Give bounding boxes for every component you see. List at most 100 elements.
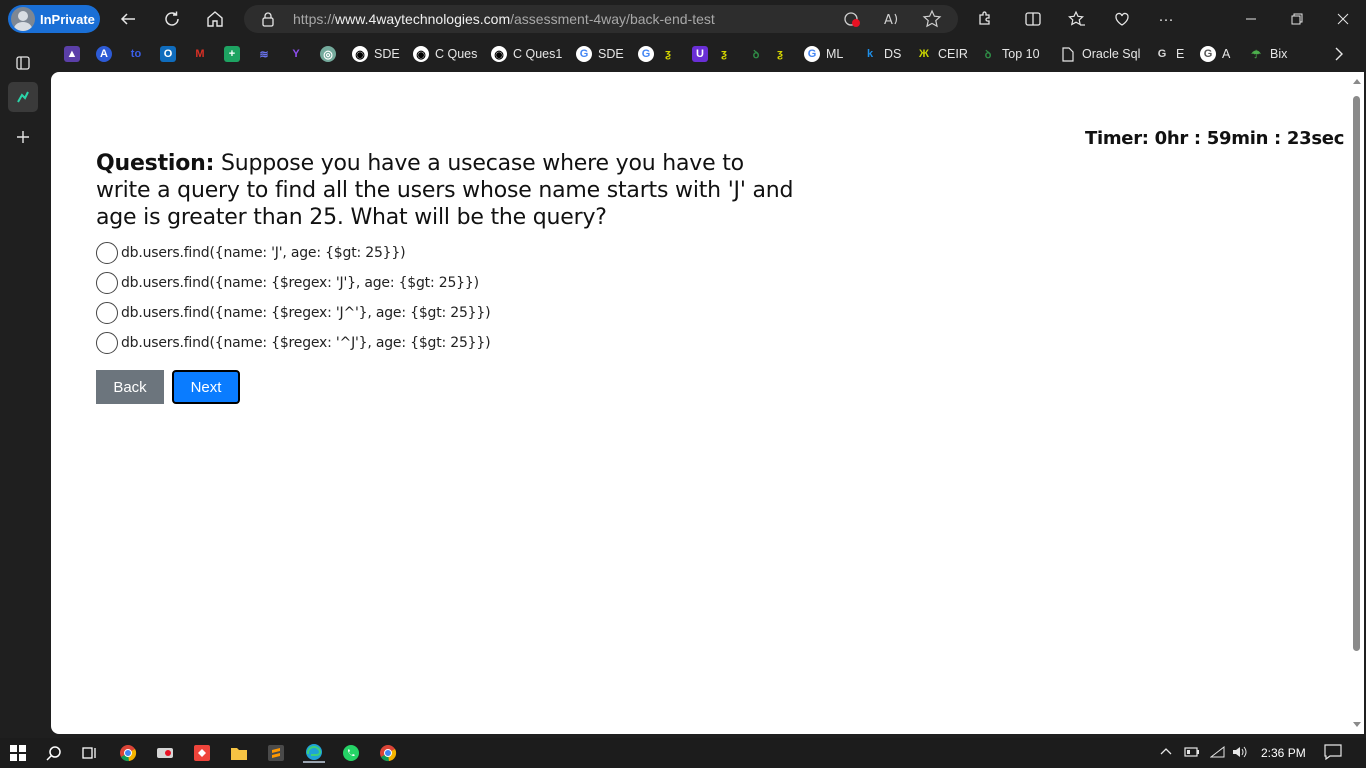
favorite-item-top10[interactable]: ꝺ Top 10 [980,45,1040,63]
whatsapp-icon[interactable] [341,743,361,763]
page-scrollbar[interactable] [1350,72,1364,734]
favorite-item-e[interactable]: GE [1154,45,1185,63]
favorite-item-sde-google[interactable]: G SDE [576,45,624,63]
active-tab-favicon-icon[interactable] [8,82,38,112]
favorite-item-bix[interactable]: ☂ Bix [1248,45,1287,63]
favorite-item-ceir[interactable]: Ж CEIR [916,45,968,63]
favorite-label: E [1176,47,1185,61]
google-icon: G [638,46,654,62]
radio-button[interactable] [96,302,118,324]
favorite-item-flag-2[interactable]: ƺ [716,45,732,63]
restore-icon[interactable] [1286,8,1308,30]
favorite-item-2[interactable]: A [96,45,112,63]
lock-icon[interactable] [261,11,275,32]
favorite-item-6[interactable]: + [224,45,240,63]
radio-button[interactable] [96,242,118,264]
favorite-item-flag-1[interactable]: ƺ [660,45,676,63]
taskbar-clock[interactable]: 2:36 PM [1261,746,1306,760]
address-bar[interactable]: https://www.4waytechnologies.com/assessm… [244,5,958,33]
back-arrow-icon[interactable] [117,8,139,30]
extensions-icon[interactable] [974,8,996,30]
notifications-icon[interactable] [1324,744,1342,763]
favorites-icon[interactable] [1066,8,1088,30]
read-aloud-icon[interactable]: A [882,9,902,29]
windows-start-icon[interactable] [8,743,28,763]
scroll-up-arrow-icon[interactable] [1353,79,1361,84]
favorite-item-google-2[interactable]: G [638,45,654,63]
favorite-item-a[interactable]: GA [1200,45,1230,63]
sublime-text-icon[interactable] [266,743,286,763]
edge-icon[interactable] [303,743,325,763]
chrome-icon[interactable] [118,743,138,763]
tab-actions-icon[interactable] [8,48,38,78]
profile-avatar-icon [11,7,35,31]
volume-icon[interactable] [1232,746,1248,761]
favorite-star-icon[interactable] [922,9,942,29]
favorite-item-u[interactable]: U [692,45,708,63]
favorite-item-sde-github[interactable]: ◉ SDE [352,45,400,63]
favorite-item-4[interactable]: O [160,45,176,63]
favorite-label: Oracle Sql [1082,47,1141,61]
favorite-item-3[interactable]: to [128,45,144,63]
file-explorer-icon[interactable] [229,743,249,763]
favorite-item-flag-3[interactable]: ƺ [772,45,788,63]
radio-button[interactable] [96,332,118,354]
split-screen-icon[interactable] [1022,8,1044,30]
scrollbar-thumb[interactable] [1353,96,1360,651]
url-domain: www.4waytechnologies.com [335,11,511,27]
address-url[interactable]: https://www.4waytechnologies.com/assessm… [293,11,715,27]
back-button[interactable]: Back [96,370,164,404]
favorite-item-ml[interactable]: G ML [804,45,843,63]
chrome-profile-icon[interactable] [378,743,398,763]
favorite-item-gfg-1[interactable]: ꝺ [748,45,764,63]
favorite-item-1[interactable]: ▲ [64,45,80,63]
google-icon: G [804,46,820,62]
answer-option-text: db.users.find({name: {$regex: 'J^'}, age… [121,305,491,321]
favorite-item-ds[interactable]: k DS [862,45,901,63]
tracking-prevention-icon[interactable] [842,9,862,29]
favorite-item-cques1[interactable]: ◉ C Ques1 [491,45,562,63]
inprivate-profile-button[interactable]: InPrivate [8,5,100,33]
answer-option-3[interactable]: db.users.find({name: {$regex: 'J^'}, age… [96,298,491,328]
favorite-item-cques[interactable]: ◉ C Ques [413,45,477,63]
radio-button[interactable] [96,272,118,294]
tray-overflow-chevron-icon[interactable] [1160,746,1172,761]
search-icon[interactable] [44,743,64,763]
favorite-item-oracle[interactable]: Oracle Sql [1060,45,1140,63]
answer-option-text: db.users.find({name: {$regex: '^J'}, age… [121,335,491,351]
answer-option-4[interactable]: db.users.find({name: {$regex: '^J'}, age… [96,328,491,358]
document-icon [1060,46,1076,62]
favorite-label: A [1222,47,1231,61]
remote-app-icon[interactable] [155,743,175,763]
home-icon[interactable] [204,8,226,30]
browser-essentials-icon[interactable] [1111,8,1133,30]
favorite-item-5[interactable]: M [192,45,208,63]
favorite-item-7[interactable]: ≋ [256,45,272,63]
svg-text:A: A [884,13,893,28]
next-button[interactable]: Next [172,370,240,404]
answer-option-1[interactable]: db.users.find({name: 'J', age: {$gt: 25}… [96,238,490,268]
favorite-item-8[interactable]: Y [288,45,304,63]
anydesk-icon[interactable] [192,743,212,763]
question-text: Question: Suppose you have a usecase whe… [96,150,796,231]
battery-icon[interactable] [1184,746,1200,761]
gfg-icon: ꝺ [984,48,992,61]
url-path: /assessment-4way/back-end-test [510,11,715,27]
page-viewport: Timer: 0hr : 59min : 23sec Question: Sup… [51,72,1364,734]
favorite-label: C Ques1 [513,47,563,61]
favorite-item-9[interactable]: ◎ [320,45,336,63]
purple-app-icon: ▲ [64,46,80,62]
wifi-icon[interactable] [1209,745,1226,761]
browser-titlebar: InPrivate https://www.4waytechnologies.c… [0,0,1366,38]
favorites-overflow-chevron-icon[interactable] [1334,45,1344,63]
close-window-icon[interactable] [1332,8,1354,30]
minimize-icon[interactable] [1240,8,1262,30]
favorite-label: SDE [598,47,624,61]
new-tab-plus-icon[interactable] [8,122,38,152]
scroll-down-arrow-icon[interactable] [1353,722,1361,727]
answer-option-2[interactable]: db.users.find({name: {$regex: 'J'}, age:… [96,268,490,298]
task-view-icon[interactable] [80,743,100,763]
more-options-icon[interactable]: ··· [1155,8,1177,30]
refresh-icon[interactable] [161,8,183,30]
purple-u-icon: U [692,46,708,62]
